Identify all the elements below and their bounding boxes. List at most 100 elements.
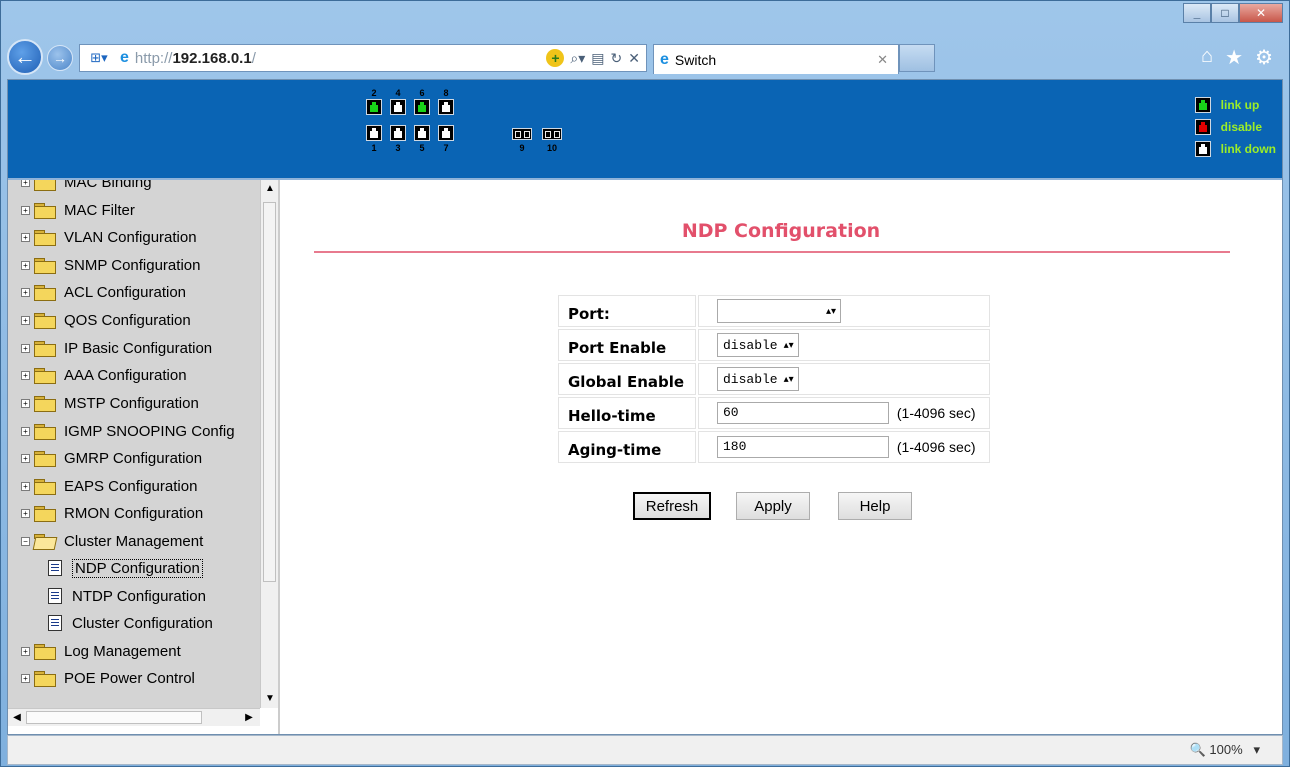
port-2-icon[interactable] (366, 99, 382, 115)
expand-plus-icon[interactable]: + (21, 646, 30, 656)
sidebar-item-gmrp[interactable]: + GMRP Configuration (21, 445, 202, 471)
forward-arrow-icon[interactable]: → (47, 45, 73, 71)
sidebar-item-qos[interactable]: + QOS Configuration (21, 307, 191, 333)
port-9-sfp-icon[interactable] (512, 128, 532, 140)
legend-label: link down (1220, 142, 1276, 156)
address-bar[interactable]: ⊞▾ e http://192.168.0.1/ + ⌕▾ ▤ ↻ ✕ (79, 44, 647, 72)
port-5-icon[interactable] (414, 125, 430, 141)
global-enable-select[interactable]: disable ▴▾ (717, 367, 799, 391)
disable-port-icon (1194, 119, 1211, 135)
ie-logo-icon: e (120, 49, 129, 66)
new-tab-button[interactable] (899, 44, 935, 72)
refresh-button[interactable]: Refresh (633, 492, 711, 520)
form-buttons: Refresh Apply Help (633, 492, 912, 520)
sidebar-item-label: Log Management (64, 642, 181, 660)
tab-ie-icon: e (660, 50, 669, 68)
back-arrow-icon[interactable]: ← (7, 39, 43, 75)
sidebar-item-igmp-snooping[interactable]: + IGMP SNOOPING Config (21, 418, 235, 444)
expand-plus-icon[interactable]: + (21, 398, 30, 408)
sidebar-item-cluster-configuration[interactable]: Cluster Configuration (48, 610, 213, 636)
sidebar-item-label: MAC Binding (64, 180, 152, 191)
aging-time-input[interactable]: 180 (717, 436, 889, 458)
search-icon[interactable]: ⌕▾ (570, 50, 585, 67)
port-1-icon[interactable] (366, 125, 382, 141)
hello-time-input[interactable]: 60 (717, 402, 889, 424)
expand-plus-icon[interactable]: + (21, 426, 30, 436)
home-icon[interactable]: ⌂ (1201, 45, 1213, 70)
favorites-star-icon[interactable]: ★ (1225, 45, 1243, 70)
settings-gear-icon[interactable]: ⚙ (1255, 45, 1273, 70)
port-4-icon[interactable] (390, 99, 406, 115)
sidebar-item-aaa[interactable]: + AAA Configuration (21, 362, 187, 388)
collapse-minus-icon[interactable]: − (21, 536, 30, 546)
sidebar-item-vlan[interactable]: + VLAN Configuration (21, 224, 197, 250)
aging-time-label: Aging-time (558, 431, 696, 463)
port-6-icon[interactable] (414, 99, 430, 115)
maximize-icon[interactable]: □ (1211, 3, 1239, 23)
expand-plus-icon[interactable]: + (21, 343, 30, 353)
port-10-sfp-icon[interactable] (542, 128, 562, 140)
sidebar-item-log-management[interactable]: + Log Management (21, 638, 181, 664)
port-select[interactable]: ▴▾ (717, 299, 841, 323)
help-button[interactable]: Help (838, 492, 912, 520)
expand-plus-icon[interactable]: + (21, 287, 30, 297)
folder-icon (34, 202, 56, 219)
zoom-control[interactable]: 🔍 100% ▾ (1190, 742, 1260, 758)
expand-plus-icon[interactable]: + (21, 453, 30, 463)
sidebar-item-ndp-configuration[interactable]: NDP Configuration (48, 555, 203, 581)
sidebar-item-label: Cluster Management (64, 532, 204, 550)
sidebar-item-mac-binding[interactable]: + MAC Binding (21, 180, 152, 195)
compatibility-icon[interactable]: + (546, 49, 565, 67)
port-enable-value: disable (723, 337, 778, 353)
port-enable-label: Port Enable (558, 329, 696, 361)
port-number-label: 2 (371, 88, 377, 98)
sidebar-item-ntdp-configuration[interactable]: NTDP Configuration (48, 583, 206, 609)
tab-close-icon[interactable]: ✕ (877, 52, 888, 68)
sidebar-item-acl[interactable]: + ACL Configuration (21, 279, 186, 305)
scrollbar-thumb[interactable] (26, 711, 202, 724)
expand-plus-icon[interactable]: + (21, 180, 30, 187)
port-8-icon[interactable] (438, 99, 454, 115)
browser-tab[interactable]: e Switch ✕ (653, 44, 899, 74)
scroll-left-arrow-icon[interactable]: ◀ (8, 709, 26, 727)
page-title: NDP Configuration (681, 220, 881, 242)
expand-plus-icon[interactable]: + (21, 232, 30, 242)
port-3-icon[interactable] (390, 125, 406, 141)
expand-plus-icon[interactable]: + (21, 205, 30, 215)
expand-plus-icon[interactable]: + (21, 673, 30, 683)
scroll-up-arrow-icon[interactable]: ▲ (261, 180, 279, 198)
apply-button[interactable]: Apply (736, 492, 810, 520)
sidebar-horizontal-scrollbar[interactable]: ◀ ▶ (8, 708, 260, 726)
sidebar-item-ip-basic[interactable]: + IP Basic Configuration (21, 335, 212, 361)
minimize-icon[interactable]: _ (1183, 3, 1211, 23)
port-enable-select[interactable]: disable ▴▾ (717, 333, 799, 357)
folder-icon (34, 423, 56, 440)
add-favorite-icon[interactable]: ⊞▾ (80, 45, 118, 71)
sidebar-item-mac-filter[interactable]: + MAC Filter (21, 197, 135, 223)
sidebar-item-snmp[interactable]: + SNMP Configuration (21, 252, 200, 278)
expand-plus-icon[interactable]: + (21, 508, 30, 518)
port-enable-cell: disable ▴▾ (698, 329, 990, 361)
expand-plus-icon[interactable]: + (21, 481, 30, 491)
port-7-icon[interactable] (438, 125, 454, 141)
sidebar-item-label: IP Basic Configuration (64, 339, 213, 357)
port-number-label: 10 (546, 143, 557, 153)
close-icon[interactable]: ✕ (1239, 3, 1283, 23)
expand-plus-icon[interactable]: + (21, 260, 30, 270)
refresh-icon[interactable]: ↻ (611, 50, 623, 67)
sidebar-item-eaps[interactable]: + EAPS Configuration (21, 473, 197, 499)
legend-link-up: link up (1194, 94, 1276, 116)
compat-view-icon[interactable]: ▤ (591, 50, 604, 67)
scrollbar-thumb[interactable] (263, 202, 276, 582)
expand-plus-icon[interactable]: + (21, 370, 30, 380)
stop-icon[interactable]: ✕ (628, 50, 640, 67)
sidebar-item-rmon[interactable]: + RMON Configuration (21, 500, 203, 526)
sidebar-item-mstp[interactable]: + MSTP Configuration (21, 390, 199, 416)
sidebar-item-cluster-management[interactable]: − Cluster Management (21, 528, 203, 554)
expand-plus-icon[interactable]: + (21, 315, 30, 325)
scroll-down-arrow-icon[interactable]: ▼ (261, 690, 279, 708)
scroll-right-arrow-icon[interactable]: ▶ (240, 709, 258, 727)
sidebar-vertical-scrollbar[interactable]: ▲ ▼ (260, 180, 278, 708)
document-icon (48, 588, 62, 604)
sidebar-item-poe-power-control[interactable]: + POE Power Control (21, 665, 195, 691)
